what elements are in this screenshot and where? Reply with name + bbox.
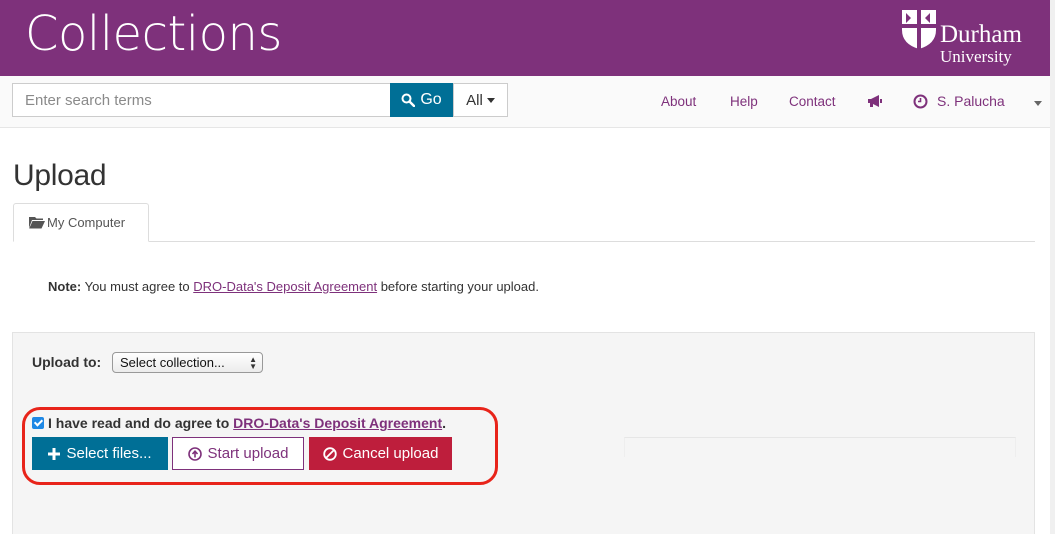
megaphone-icon[interactable]	[867, 94, 883, 108]
chevron-down-icon	[486, 97, 495, 103]
start-upload-button[interactable]: Start upload	[172, 437, 304, 470]
upload-to-label: Upload to:	[32, 354, 102, 370]
logo-text-university: University	[940, 47, 1012, 66]
agree-label: I have read and do agree to DRO-Data's D…	[48, 415, 446, 431]
app-title: Collections	[25, 6, 282, 62]
durham-shield-logo-icon	[902, 10, 936, 49]
cancel-upload-button[interactable]: Cancel upload	[309, 437, 452, 470]
select-files-label: Select files...	[66, 445, 152, 462]
note-text-pre: You must agree to	[81, 279, 194, 294]
tab-my-computer-label: My Computer	[47, 215, 126, 230]
start-upload-label: Start upload	[207, 445, 289, 462]
search-input[interactable]	[12, 83, 390, 117]
upload-circle-icon	[187, 446, 202, 461]
nav-help-link[interactable]: Help	[730, 94, 758, 109]
search-icon	[401, 93, 416, 107]
agree-checkbox[interactable]	[32, 417, 44, 429]
select-arrows-icon: ▲ ▼	[249, 355, 257, 371]
tab-my-computer[interactable]: My Computer	[13, 203, 149, 242]
select-files-button[interactable]: Select files...	[32, 437, 168, 470]
agree-text-post: .	[442, 415, 447, 431]
nav-contact-link[interactable]: Contact	[789, 94, 836, 109]
navbar: Go All About Help Contact S. Palucha	[0, 76, 1050, 128]
plus-icon	[48, 447, 61, 460]
agree-deposit-agreement-link[interactable]: DRO-Data's Deposit Agreement	[233, 415, 442, 431]
upload-progress-area	[624, 437, 1016, 457]
window-edge	[1050, 0, 1055, 534]
user-name: S. Palucha	[937, 93, 1005, 109]
deposit-agreement-link[interactable]: DRO-Data's Deposit Agreement	[193, 279, 377, 294]
collection-select-value: Select collection...	[120, 355, 225, 370]
deposit-note: Note: You must agree to DRO-Data's Depos…	[48, 279, 539, 294]
chevron-down-icon[interactable]	[1034, 101, 1042, 106]
go-button-label: Go	[420, 91, 442, 108]
tabs-divider	[13, 241, 1035, 242]
durham-university-logo[interactable]: Durham University	[900, 8, 1040, 68]
site-header: Collections Durham University	[0, 0, 1050, 76]
note-text-post: before starting your upload.	[377, 279, 539, 294]
page-title: Upload	[13, 159, 107, 192]
agree-text-pre: I have read and do agree to	[48, 415, 234, 431]
clock-icon	[913, 94, 928, 108]
go-button[interactable]: Go	[390, 83, 453, 117]
folder-open-icon	[29, 217, 45, 229]
note-label: Note:	[48, 279, 82, 294]
search-scope-label: All	[466, 91, 483, 109]
ban-icon	[322, 446, 337, 461]
search-scope-dropdown[interactable]: All	[453, 83, 508, 117]
user-menu[interactable]: S. Palucha	[913, 93, 1005, 109]
collection-select[interactable]: Select collection... ▲ ▼	[112, 352, 263, 373]
cancel-upload-label: Cancel upload	[342, 445, 439, 462]
nav-about-link[interactable]: About	[661, 94, 696, 109]
logo-text-durham: Durham	[940, 21, 1022, 48]
